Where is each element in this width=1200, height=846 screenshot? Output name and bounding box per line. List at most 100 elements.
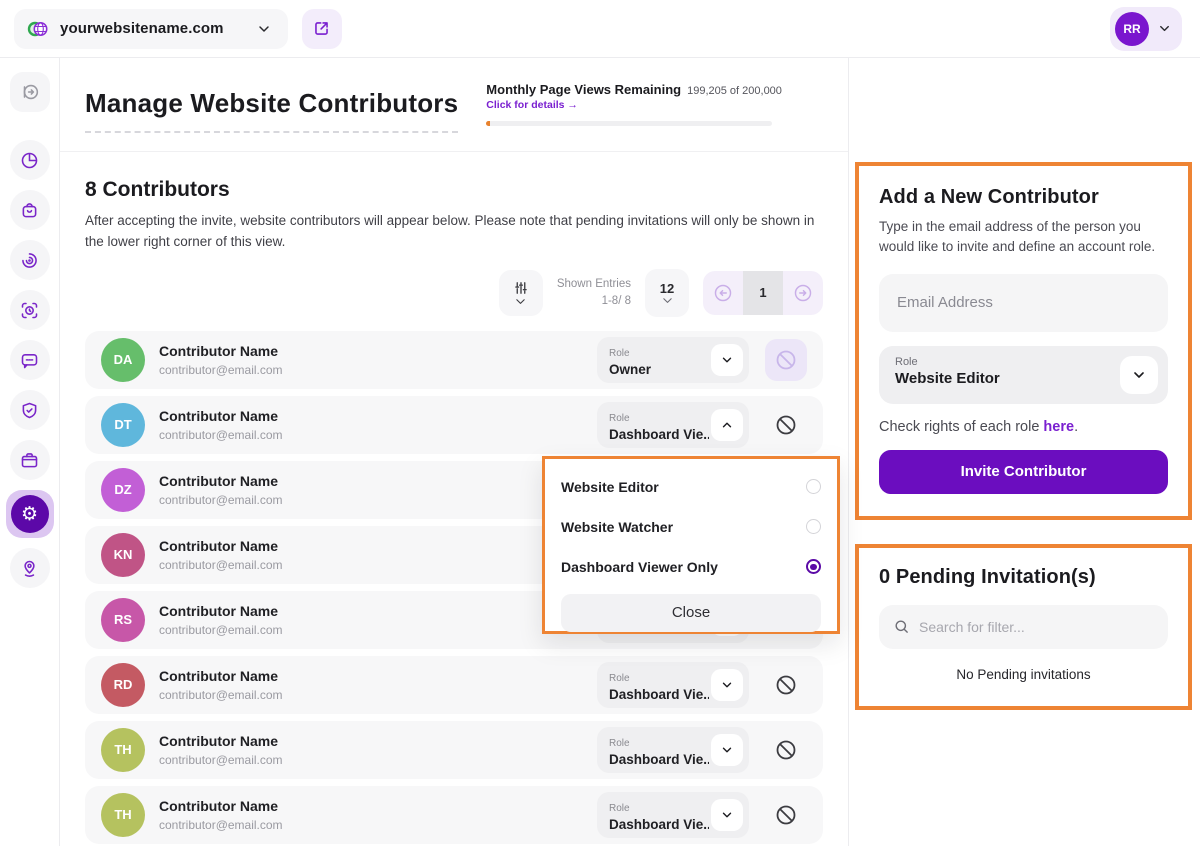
contributor-email: contributor@email.com [159,363,283,377]
avatar: RS [101,598,145,642]
sidebar-item-security[interactable] [10,390,50,430]
contributor-name: Contributor Name [159,408,278,424]
role-option-dashboard-viewer-only[interactable]: Dashboard Viewer Only [561,547,821,587]
role-label: Role [609,738,630,749]
role-select[interactable]: Role Dashboard Vie... [597,402,749,448]
role-option-website-editor[interactable]: Website Editor [561,467,821,507]
pie-chart-icon [19,150,40,171]
page-header: Manage Website Contributors Monthly Page… [60,58,848,152]
role-option-label: Dashboard Viewer Only [561,559,718,575]
chevron-down-icon [1120,356,1158,394]
sidebar-item-analytics[interactable] [10,140,50,180]
table-row: DA Contributor Namecontributor@email.com… [85,331,823,389]
contributor-email: contributor@email.com [159,558,283,572]
contributor-list: DA Contributor Namecontributor@email.com… [85,331,823,844]
usage-progress-bar [486,121,772,126]
chevron-up-icon [711,409,743,441]
panel-title: Add a New Contributor [879,186,1168,209]
role-select[interactable]: Role Dashboard Vie... [597,662,749,708]
radio-icon[interactable] [806,479,821,494]
role-label: Role [609,673,630,684]
avatar: RD [101,663,145,707]
right-column: Add a New Contributor Type in the email … [848,58,1200,846]
page-size-select[interactable]: 12 [645,269,689,317]
role-popup: Website Editor Website Watcher Dashboard… [542,456,840,634]
contributors-heading: 8 Contributors [85,178,823,202]
remove-contributor-button[interactable] [765,404,807,446]
remove-contributor-button[interactable] [765,729,807,771]
role-option-website-watcher[interactable]: Website Watcher [561,507,821,547]
remove-contributor-button[interactable] [765,664,807,706]
table-row: DT Contributor Name contributor@email.com… [85,396,823,454]
sidebar-item-location[interactable] [10,548,50,588]
rights-link[interactable]: here [1043,419,1074,435]
sidebar-item-monitoring[interactable] [10,290,50,330]
website-selector[interactable]: yourwebsitename.com [14,9,288,49]
briefcase-icon [19,450,40,471]
usage-details-link[interactable]: Click for details → [486,99,772,111]
role-select[interactable]: Role Dashboard Vie... [597,792,749,838]
avatar: DZ [101,468,145,512]
chevron-down-icon [256,21,272,37]
pending-invitations-panel: 0 Pending Invitation(s) No Pending invit… [855,544,1192,710]
remove-contributor-button[interactable] [765,339,807,381]
sidebar-item-settings[interactable]: ⚙ [6,490,54,538]
search-input[interactable] [919,619,1154,635]
filter-button[interactable] [499,270,543,316]
spiral-icon [19,250,40,271]
email-field[interactable] [879,274,1168,332]
avatar: TH [101,728,145,772]
open-website-button[interactable] [302,9,342,49]
sidebar-item-messages[interactable] [10,340,50,380]
topbar: yourwebsitename.com RR [0,0,1200,58]
next-page-button[interactable] [783,271,823,315]
prev-page-button[interactable] [703,271,743,315]
avatar: KN [101,533,145,577]
user-menu[interactable]: RR [1110,7,1182,51]
contributor-email: contributor@email.com [159,753,283,767]
add-contributor-panel: Add a New Contributor Type in the email … [855,162,1192,520]
role-select[interactable]: Role Website Editor [879,346,1168,404]
role-option-label: Website Watcher [561,519,673,535]
sidebar-item-business[interactable] [10,440,50,480]
panel-description: Type in the email address of the person … [879,217,1168,258]
chevron-down-icon [711,799,743,831]
role-select[interactable]: Role Dashboard Vie... [597,727,749,773]
remove-contributor-button[interactable] [765,794,807,836]
table-row: RD Contributor Namecontributor@email.com… [85,656,823,714]
radio-icon[interactable] [806,519,821,534]
shown-entries: Shown Entries 1-8/ 8 [557,276,631,311]
contributor-name: Contributor Name [159,668,278,684]
pagination: 1 [703,271,823,315]
collapse-icon [19,81,41,103]
role-value: Dashboard Vie... [609,752,709,767]
shown-entries-value: 1-8/ 8 [557,293,631,310]
role-option-label: Website Editor [561,479,659,495]
usage-progress-fill [486,121,490,126]
avatar: TH [101,793,145,837]
contributor-email: contributor@email.com [159,623,283,637]
usage-title: Monthly Page Views Remaining [486,82,681,97]
list-controls: Shown Entries 1-8/ 8 12 1 [85,269,823,317]
contributor-email: contributor@email.com [159,493,283,507]
contributor-email: contributor@email.com [159,428,283,442]
chevron-down-icon [1157,21,1172,36]
panel-title: 0 Pending Invitation(s) [879,566,1168,589]
usage-widget: Monthly Page Views Remaining 199,205 of … [486,82,772,126]
sidebar-item-store[interactable] [10,190,50,230]
sidebar-item-collapse[interactable] [10,72,50,112]
close-button[interactable]: Close [561,594,821,632]
usage-value: 199,205 of 200,000 [687,85,782,97]
invite-contributor-button[interactable]: Invite Contributor [879,450,1168,494]
role-label: Role [895,356,1152,368]
table-row: TH Contributor Namecontributor@email.com… [85,786,823,844]
page-title: Manage Website Contributors [85,88,458,133]
role-value: Owner [609,362,709,377]
shield-check-icon [19,400,40,421]
role-select[interactable]: Role Owner [597,337,749,383]
avatar: DT [101,403,145,447]
main-content: Manage Website Contributors Monthly Page… [60,58,848,846]
contributor-email: contributor@email.com [159,818,283,832]
sidebar-item-performance[interactable] [10,240,50,280]
radio-icon[interactable] [806,559,821,574]
